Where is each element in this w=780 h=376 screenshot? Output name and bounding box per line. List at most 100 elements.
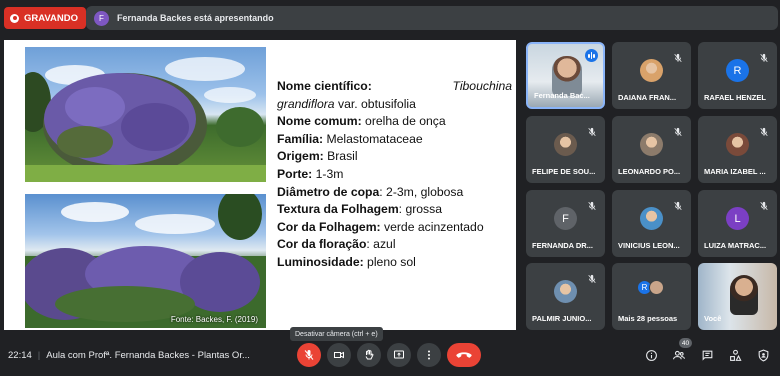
participant-tile[interactable]: VINICIUS LEON... [612, 190, 691, 257]
info-row: Nome comum: orelha de onça [277, 113, 512, 131]
info-row: Família: Melastomataceae [277, 131, 512, 149]
participant-tile[interactable]: LEONARDO PO... [612, 116, 691, 183]
participant-name: MARIA IZABEL ... [704, 167, 766, 176]
mic-off-icon [673, 124, 683, 137]
recording-badge[interactable]: GRAVANDO [4, 7, 87, 29]
presenter-avatar: F [94, 10, 109, 26]
scientific-species: grandiflora [277, 96, 335, 111]
mic-off-icon [759, 50, 769, 63]
info-label: Porte: [277, 166, 313, 181]
presenting-text: Fernanda Backes está apresentando [117, 13, 274, 23]
info-value: : grossa [398, 202, 443, 217]
participant-tile[interactable]: L LUIZA MATRAC... [698, 190, 777, 257]
participant-name: Você [704, 314, 722, 323]
more-vert-icon [428, 350, 430, 360]
scientific-name-line-2: grandiflora var. obtusifolia [277, 96, 512, 114]
info-value: Brasil [323, 149, 358, 164]
participant-name: DAIANA FRAN... [618, 93, 677, 102]
info-value: pleno sol [363, 254, 416, 269]
info-label: Luminosidade: [277, 254, 364, 269]
mic-off-icon [759, 198, 769, 211]
participant-name: RAFAEL HENZEL [704, 93, 766, 102]
plant-photo-top [25, 47, 266, 182]
participant-tile[interactable]: PALMIR JUNIO... [526, 263, 605, 330]
participant-tile[interactable]: R RAFAEL HENZEL [698, 42, 777, 109]
info-label: Família: [277, 131, 324, 146]
end-call-icon [456, 352, 472, 358]
participant-tile[interactable]: Fernanda Bac... [526, 42, 605, 109]
activities-icon [729, 349, 742, 361]
mic-off-icon [759, 124, 769, 137]
more-participants-avatars: R [637, 280, 664, 295]
clock-time: 22:14 [8, 350, 32, 361]
participant-avatar [554, 133, 577, 156]
camera-toggle-button[interactable] [327, 343, 351, 367]
participant-name: Mais 28 pessoas [618, 314, 678, 323]
photo-caption: Fonte: Backes, F. (2019) [170, 315, 258, 324]
separator: | [37, 350, 41, 361]
activities-button[interactable] [727, 347, 743, 363]
participant-tile[interactable]: Você [698, 263, 777, 330]
meeting-info-button[interactable] [643, 347, 659, 363]
participant-tile[interactable]: MARIA IZABEL ... [698, 116, 777, 183]
info-value: verde acinzentado [380, 219, 484, 234]
record-icon [10, 13, 19, 23]
participant-avatar [554, 280, 577, 303]
participant-video [552, 56, 582, 96]
info-value: : azul [366, 237, 396, 252]
present-screen-icon [394, 350, 404, 359]
info-row: Origem: Brasil [277, 148, 512, 166]
participant-tile[interactable]: DAIANA FRAN... [612, 42, 691, 109]
info-value: 1-3m [312, 166, 344, 181]
mic-off-icon [304, 350, 314, 360]
present-button[interactable] [387, 343, 411, 367]
info-row: Textura da Folhagem: grossa [277, 201, 512, 219]
chat-icon [702, 350, 712, 361]
info-label: Cor da Folhagem: [277, 219, 381, 234]
scientific-genus: Tibouchina [452, 79, 512, 93]
mic-off-icon [587, 198, 597, 211]
camera-icon [334, 351, 344, 359]
participant-name: Fernanda Bac... [534, 91, 590, 100]
mic-off-icon [673, 198, 683, 211]
info-value: Melastomataceae [323, 131, 423, 146]
participant-name: LEONARDO PO... [618, 167, 681, 176]
participant-tile[interactable]: FELIPE DE SOU... [526, 116, 605, 183]
scientific-name-label: Nome científico: [277, 79, 372, 93]
mic-toggle-button[interactable] [297, 343, 321, 367]
scientific-name-line: Nome científico: Tibouchina [277, 78, 512, 96]
participant-avatar: L [726, 207, 749, 230]
shared-slide: Fonte: Backes, F. (2019) Nome científico… [4, 40, 516, 330]
info-row: Diâmetro de copa: 2-3m, globosa [277, 184, 512, 202]
info-label: Diâmetro de copa [277, 184, 380, 199]
participant-name: VINICIUS LEON... [618, 241, 680, 250]
people-icon [673, 350, 685, 359]
info-row: Cor da Folhagem: verde acinzentado [277, 219, 512, 237]
raise-hand-button[interactable] [357, 343, 381, 367]
chat-button[interactable] [699, 347, 715, 363]
participant-tile[interactable]: F FERNANDA DR... [526, 190, 605, 257]
participant-avatar: R [726, 59, 749, 82]
self-video [730, 275, 758, 315]
participant-tile[interactable]: R Mais 28 pessoas [612, 263, 691, 330]
people-button[interactable] [671, 347, 687, 363]
info-value: orelha de onça [361, 114, 446, 129]
info-row: Luminosidade: pleno sol [277, 254, 512, 272]
participant-name: LUIZA MATRAC... [704, 241, 767, 250]
end-call-button[interactable] [447, 343, 481, 367]
mic-off-icon [673, 50, 683, 63]
more-options-button[interactable] [417, 343, 441, 367]
plant-photo-bottom: Fonte: Backes, F. (2019) [25, 194, 266, 328]
participant-avatar [640, 59, 663, 82]
top-bar: GRAVANDO F Fernanda Backes está apresent… [0, 0, 780, 36]
info-label: Nome comum: [277, 114, 362, 129]
participant-name: FELIPE DE SOU... [532, 167, 596, 176]
host-controls-button[interactable] [755, 347, 771, 363]
participant-avatar [640, 207, 663, 230]
meeting-title[interactable]: Aula com Profª. Fernanda Backes - Planta… [46, 350, 250, 361]
presenting-banner: F Fernanda Backes está apresentando [86, 6, 778, 30]
participant-avatar [649, 280, 664, 295]
participant-avatar [640, 133, 663, 156]
participant-name: FERNANDA DR... [532, 241, 593, 250]
info-icon [645, 349, 657, 361]
